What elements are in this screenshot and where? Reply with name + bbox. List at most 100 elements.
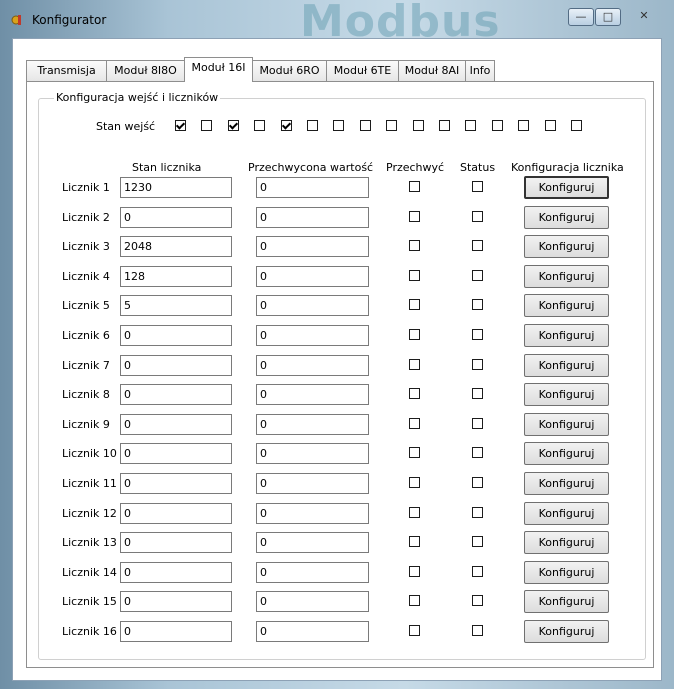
status-checkbox[interactable] [472,595,483,606]
capture-checkbox[interactable] [409,240,420,251]
tab-transmisja[interactable]: Transmisja [26,60,107,81]
input-state-checkbox[interactable] [386,120,397,131]
tab-modu-8ai[interactable]: Moduł 8AI [398,60,466,81]
input-state-checkbox[interactable] [545,120,556,131]
counter-value-field[interactable]: 0 [120,325,232,346]
title-bar[interactable]: Konfigurator Modbus — □ ✕ [0,0,674,47]
status-checkbox[interactable] [472,359,483,370]
tab-modu-16i[interactable]: Moduł 16I [184,57,253,82]
captured-value-field[interactable]: 0 [256,325,369,346]
status-checkbox[interactable] [472,270,483,281]
captured-value-field[interactable]: 0 [256,414,369,435]
counter-value-field[interactable]: 1230 [120,177,232,198]
configure-button[interactable]: Konfiguruj [524,413,609,436]
counter-value-field[interactable]: 0 [120,384,232,405]
input-state-checkbox[interactable] [307,120,318,131]
configure-button[interactable]: Konfiguruj [524,354,609,377]
configure-button[interactable]: Konfiguruj [524,531,609,554]
input-state-checkbox[interactable] [333,120,344,131]
captured-value-field[interactable]: 0 [256,236,369,257]
configure-button[interactable]: Konfiguruj [524,383,609,406]
captured-value-field[interactable]: 0 [256,266,369,287]
input-state-checkbox[interactable] [254,120,265,131]
configure-button[interactable]: Konfiguruj [524,472,609,495]
status-checkbox[interactable] [472,329,483,340]
tab-modu-6te[interactable]: Moduł 6TE [326,60,399,81]
capture-checkbox[interactable] [409,299,420,310]
counter-value-field[interactable]: 0 [120,532,232,553]
capture-checkbox[interactable] [409,536,420,547]
captured-value-field[interactable]: 0 [256,177,369,198]
capture-checkbox[interactable] [409,595,420,606]
tab-modu-6ro[interactable]: Moduł 6RO [252,60,327,81]
counter-value-field[interactable]: 0 [120,591,232,612]
configure-button[interactable]: Konfiguruj [524,324,609,347]
configure-button[interactable]: Konfiguruj [524,265,609,288]
status-checkbox[interactable] [472,507,483,518]
counter-value-field[interactable]: 0 [120,443,232,464]
counter-value-field[interactable]: 128 [120,266,232,287]
counter-value-field[interactable]: 0 [120,355,232,376]
minimize-button[interactable]: — [568,8,594,26]
input-state-checkbox[interactable] [492,120,503,131]
captured-value-field[interactable]: 0 [256,384,369,405]
tab-modu-8i8o[interactable]: Moduł 8I8O [106,60,185,81]
status-checkbox[interactable] [472,566,483,577]
input-state-checkbox[interactable] [413,120,424,131]
configure-button[interactable]: Konfiguruj [524,502,609,525]
input-state-checkbox[interactable] [175,120,186,131]
capture-checkbox[interactable] [409,359,420,370]
status-checkbox[interactable] [472,447,483,458]
input-state-checkbox[interactable] [439,120,450,131]
maximize-button[interactable]: □ [595,8,621,26]
configure-button[interactable]: Konfiguruj [524,206,609,229]
counter-value-field[interactable]: 0 [120,562,232,583]
capture-checkbox[interactable] [409,211,420,222]
captured-value-field[interactable]: 0 [256,562,369,583]
configure-button[interactable]: Konfiguruj [524,620,609,643]
capture-checkbox[interactable] [409,270,420,281]
counter-value-field[interactable]: 0 [120,414,232,435]
captured-value-field[interactable]: 0 [256,355,369,376]
status-checkbox[interactable] [472,181,483,192]
capture-checkbox[interactable] [409,507,420,518]
tab-info[interactable]: Info [465,60,495,81]
captured-value-field[interactable]: 0 [256,503,369,524]
input-state-checkbox[interactable] [281,120,292,131]
status-checkbox[interactable] [472,418,483,429]
configure-button[interactable]: Konfiguruj [524,176,609,199]
captured-value-field[interactable]: 0 [256,295,369,316]
status-checkbox[interactable] [472,211,483,222]
configure-button[interactable]: Konfiguruj [524,442,609,465]
capture-checkbox[interactable] [409,329,420,340]
input-state-checkbox[interactable] [518,120,529,131]
configure-button[interactable]: Konfiguruj [524,561,609,584]
configure-button[interactable]: Konfiguruj [524,294,609,317]
configure-button[interactable]: Konfiguruj [524,590,609,613]
status-checkbox[interactable] [472,240,483,251]
counter-value-field[interactable]: 2048 [120,236,232,257]
captured-value-field[interactable]: 0 [256,591,369,612]
input-state-checkbox[interactable] [360,120,371,131]
counter-value-field[interactable]: 0 [120,621,232,642]
status-checkbox[interactable] [472,388,483,399]
captured-value-field[interactable]: 0 [256,532,369,553]
status-checkbox[interactable] [472,625,483,636]
input-state-checkbox[interactable] [571,120,582,131]
counter-value-field[interactable]: 0 [120,503,232,524]
input-state-checkbox[interactable] [201,120,212,131]
status-checkbox[interactable] [472,477,483,488]
capture-checkbox[interactable] [409,388,420,399]
status-checkbox[interactable] [472,536,483,547]
capture-checkbox[interactable] [409,418,420,429]
capture-checkbox[interactable] [409,447,420,458]
capture-checkbox[interactable] [409,477,420,488]
captured-value-field[interactable]: 0 [256,443,369,464]
captured-value-field[interactable]: 0 [256,621,369,642]
close-button[interactable]: ✕ [622,8,666,26]
capture-checkbox[interactable] [409,625,420,636]
status-checkbox[interactable] [472,299,483,310]
counter-value-field[interactable]: 0 [120,207,232,228]
capture-checkbox[interactable] [409,566,420,577]
counter-value-field[interactable]: 5 [120,295,232,316]
